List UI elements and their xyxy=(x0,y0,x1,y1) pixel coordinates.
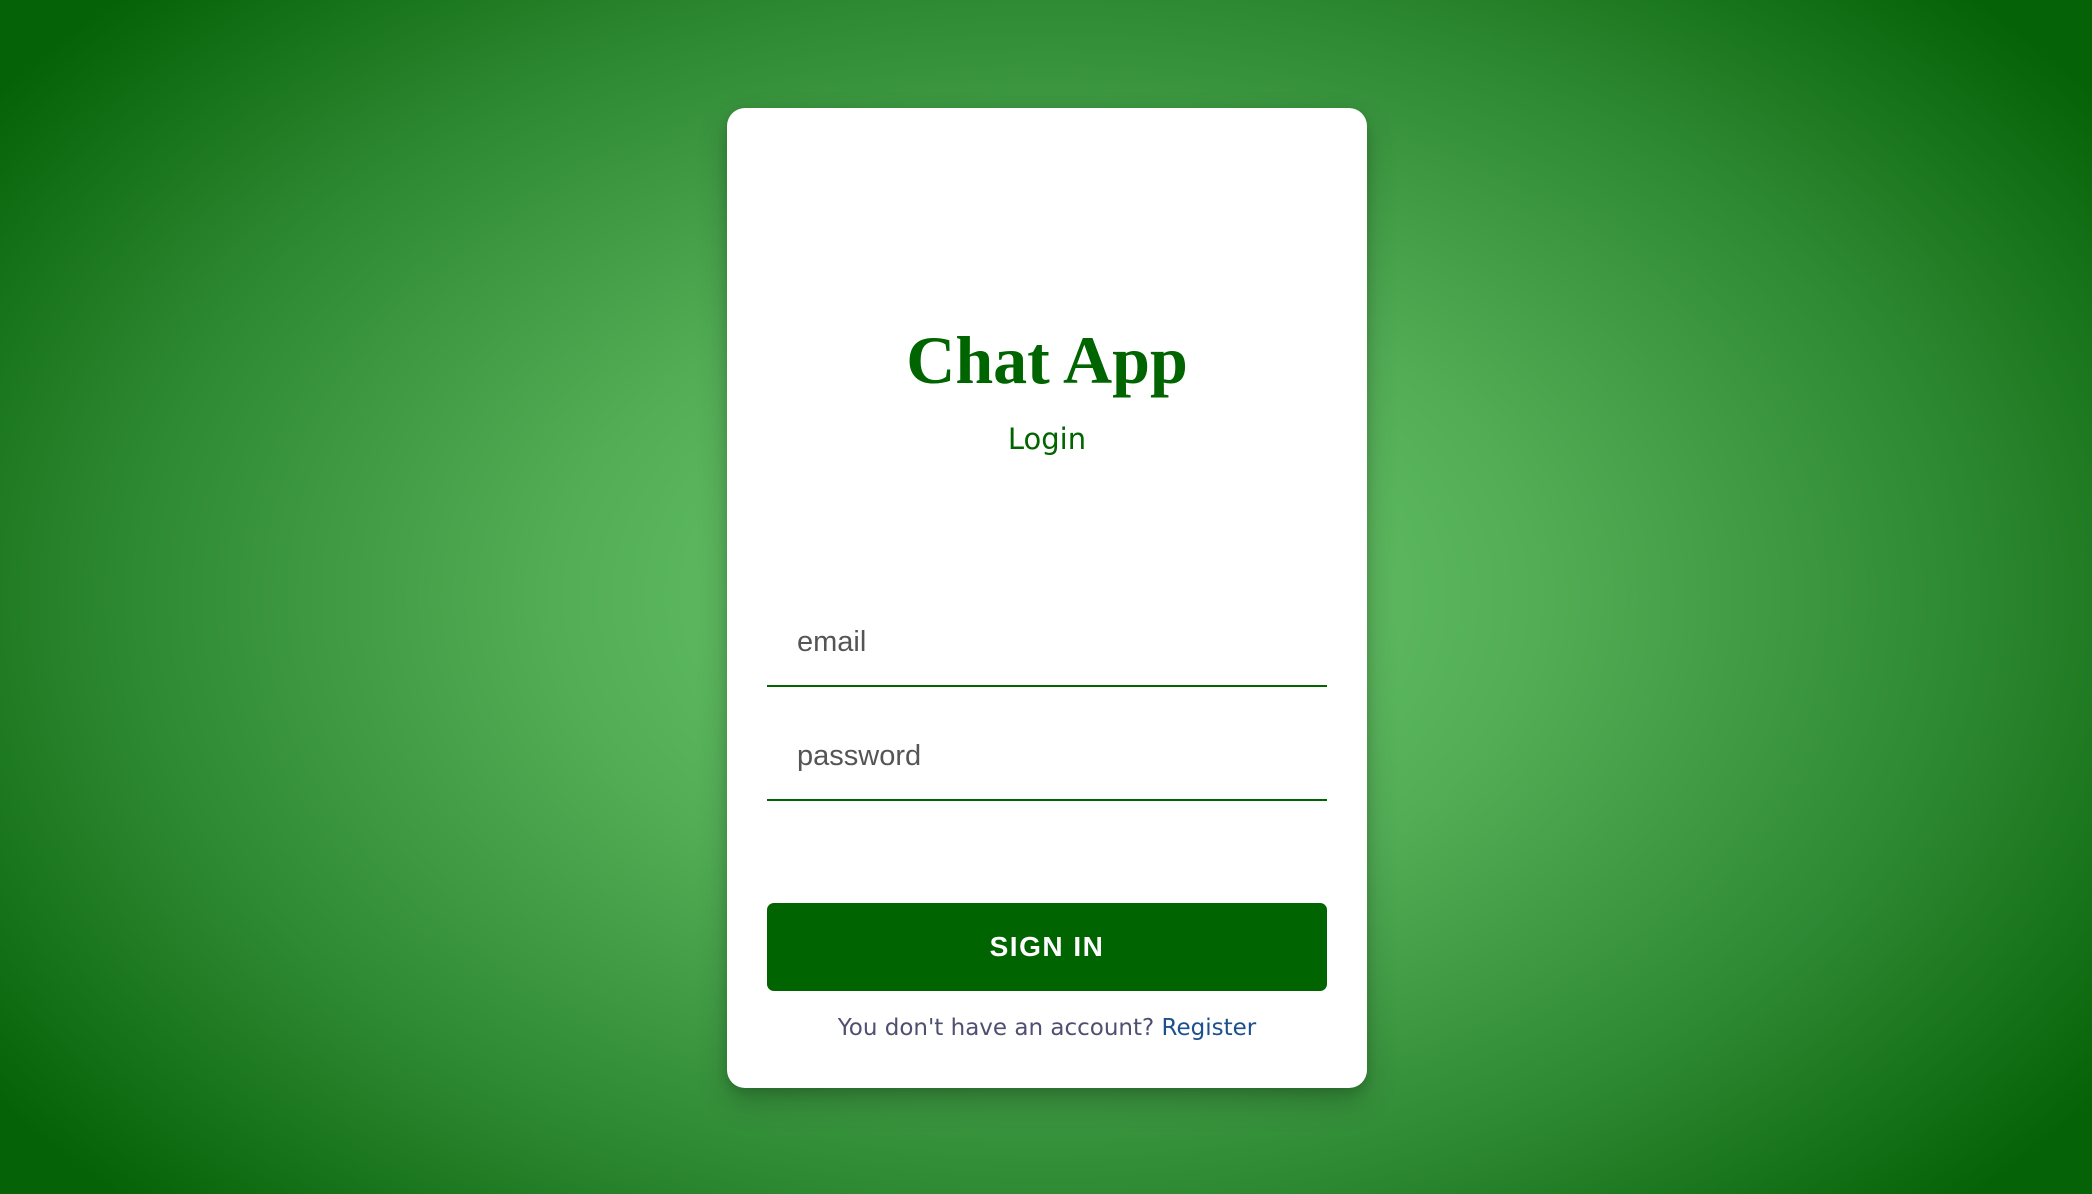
password-input[interactable] xyxy=(767,713,1327,801)
sign-in-button[interactable]: SIGN IN xyxy=(767,903,1327,991)
login-subtitle: Login xyxy=(1007,422,1087,456)
app-title: Chat App xyxy=(906,322,1188,398)
login-card: Chat App Login SIGN IN You don't have an… xyxy=(727,108,1367,1088)
register-link[interactable]: Register xyxy=(1162,1015,1257,1041)
register-prompt: You don't have an account? Register xyxy=(727,1010,1367,1046)
register-prompt-text: You don't have an account? xyxy=(837,1015,1155,1041)
email-input[interactable] xyxy=(767,599,1327,687)
